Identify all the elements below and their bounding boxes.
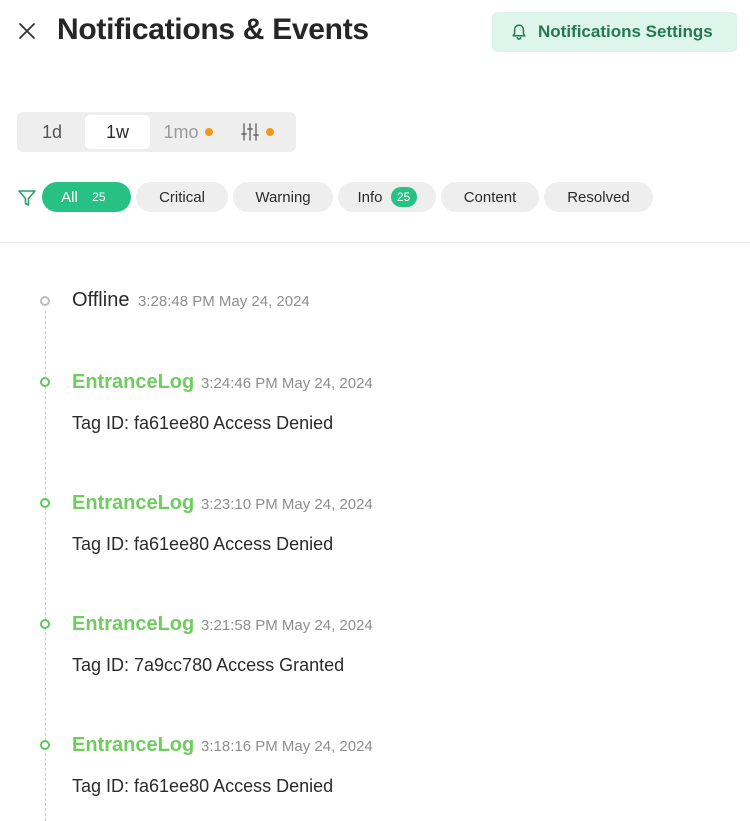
- filter-chip-resolved[interactable]: Resolved: [544, 182, 653, 212]
- notifications-settings-label: Notifications Settings: [538, 22, 713, 41]
- range-1w-label: 1w: [105, 121, 129, 142]
- filter-bar: All 25 Critical Warning Info 25 Content …: [0, 182, 750, 214]
- event-timeline: Offline 3:28:48 PM May 24, 2024 Entrance…: [0, 243, 750, 821]
- event-title: EntranceLog: [72, 734, 195, 756]
- filter-chip-all-label: All: [61, 188, 78, 206]
- event-detail: Tag ID: fa61ee80 Access Denied: [72, 413, 334, 433]
- filter-chip-warning-label: Warning: [255, 188, 311, 206]
- event-detail: Tag ID: fa61ee80 Access Denied: [72, 776, 334, 796]
- range-1mo-indicator-dot: [204, 128, 213, 136]
- filter-icon: [18, 190, 36, 206]
- filter-chip-all-count: 25: [92, 190, 106, 204]
- event-marker: [40, 498, 50, 508]
- event-time: 3:23:10 PM May 24, 2024: [201, 496, 373, 513]
- event-marker: [40, 740, 50, 750]
- event-time: 3:28:48 PM May 24, 2024: [138, 293, 310, 310]
- event-title: EntranceLog: [72, 492, 195, 514]
- filter-button[interactable]: [16, 187, 38, 209]
- custom-range-button[interactable]: [232, 115, 282, 149]
- time-range-selector: 1d 1w 1mo: [17, 112, 296, 152]
- event-marker: [40, 296, 50, 306]
- filter-chip-warning[interactable]: Warning: [233, 182, 333, 212]
- event-title: Offline: [72, 289, 130, 311]
- range-1d-button[interactable]: 1d: [34, 115, 70, 149]
- range-1mo-button[interactable]: 1mo: [157, 115, 219, 149]
- event-detail: Tag ID: 7a9cc780 Access Granted: [72, 655, 345, 675]
- event-title: EntranceLog: [72, 613, 195, 635]
- close-icon: [19, 23, 35, 39]
- filter-chip-critical[interactable]: Critical: [136, 182, 228, 212]
- range-1mo-label: 1mo: [163, 121, 199, 142]
- filter-chip-info-count: 25: [390, 187, 417, 207]
- custom-range-indicator-dot: [266, 128, 274, 136]
- event-detail: Tag ID: fa61ee80 Access Denied: [72, 534, 334, 554]
- notifications-settings-button[interactable]: Notifications Settings: [492, 12, 737, 52]
- header: Notifications & Events Notifications Set…: [0, 0, 750, 70]
- page-title: Notifications & Events: [57, 13, 369, 46]
- range-1w-button[interactable]: 1w: [85, 115, 150, 149]
- event-marker: [40, 619, 50, 629]
- close-button[interactable]: [16, 20, 38, 42]
- event-time: 3:21:58 PM May 24, 2024: [201, 617, 373, 634]
- filter-chip-resolved-label: Resolved: [567, 188, 630, 206]
- bell-icon: [510, 23, 528, 41]
- event-title: EntranceLog: [72, 371, 195, 393]
- filter-chip-content[interactable]: Content: [441, 182, 539, 212]
- sliders-icon: [241, 123, 259, 141]
- filter-chip-critical-label: Critical: [159, 188, 205, 206]
- event-marker: [40, 377, 50, 387]
- event-time: 3:24:46 PM May 24, 2024: [201, 375, 373, 392]
- range-1d-label: 1d: [41, 121, 63, 142]
- filter-chip-content-label: Content: [463, 188, 517, 206]
- filter-chip-info[interactable]: Info 25: [338, 182, 436, 212]
- event-time: 3:18:16 PM May 24, 2024: [201, 738, 373, 755]
- filter-chip-info-label: Info: [357, 188, 383, 206]
- filter-chip-all[interactable]: All 25: [42, 182, 131, 212]
